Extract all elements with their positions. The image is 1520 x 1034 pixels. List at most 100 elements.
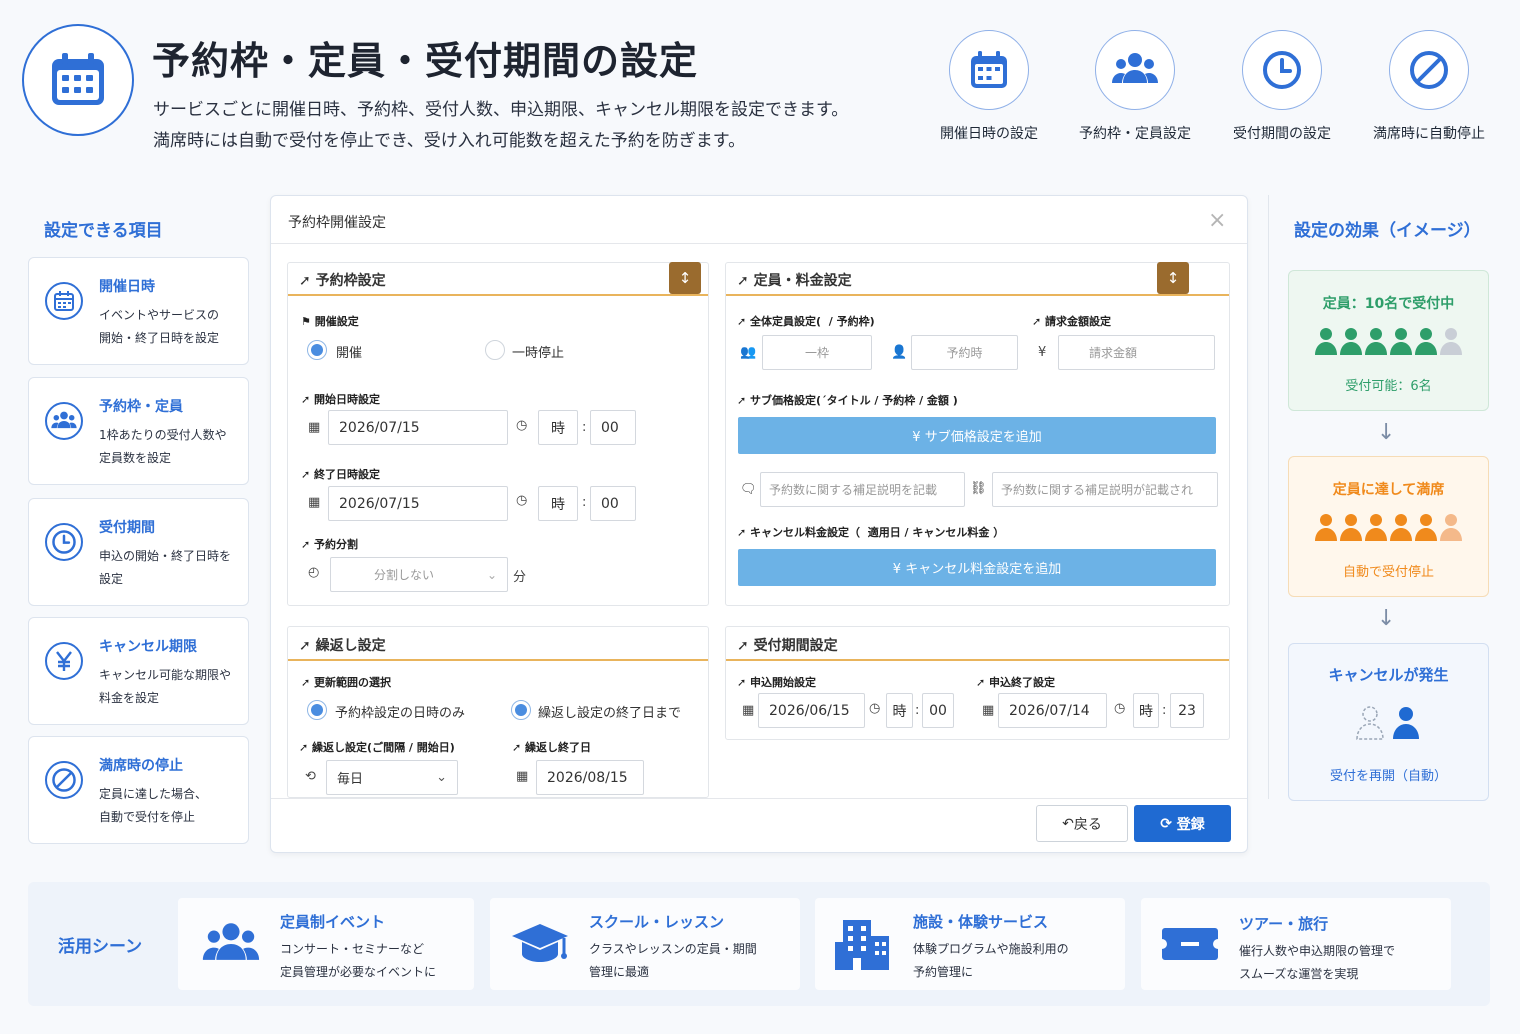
usage-card-event: 定員制イベント コンサート・セミナーなど 定員管理が必要なイベントに bbox=[178, 898, 474, 990]
radio-open-label: 開催 bbox=[336, 346, 363, 361]
apply-end-label: ➚ 申込終了設定 bbox=[976, 676, 1056, 689]
panel-capacity-heading: ➚ 定員・料金設定 bbox=[737, 273, 852, 289]
page-description-1: サービスごとに開催日時、予約枠、受付人数、申込期限、キャンセル期限を設定できます… bbox=[153, 100, 849, 120]
radio-range-end[interactable] bbox=[511, 700, 531, 720]
item-card-schedule: 開催日時 イベントやサービスの 開始・終了日時を設定 bbox=[28, 257, 249, 365]
apply-end-hour-input[interactable]: 時 bbox=[1133, 693, 1159, 728]
usage-card-tour: ツアー・旅行 催行人数や申込期限の管理で スムーズな運営を実現 bbox=[1141, 898, 1451, 990]
end-datetime-label: ➚ 終了日時設定 bbox=[301, 468, 381, 481]
panel-slot-heading: ➚ 予約枠設定 bbox=[299, 273, 386, 289]
clock-icon: ◷ bbox=[516, 493, 528, 508]
user-icon: 👤 bbox=[891, 345, 908, 360]
item-card-capacity: 予約枠・定員 1枠あたりの受付人数や 定員数を設定 bbox=[28, 377, 249, 485]
billing-label: ➚ 請求金額設定 bbox=[1032, 315, 1112, 328]
time-colon: : bbox=[582, 495, 587, 510]
note-input[interactable]: 予約数に関する補足説明を記載 bbox=[760, 472, 965, 507]
time-colon: : bbox=[915, 703, 920, 718]
sort-handle-icon[interactable]: ↕ bbox=[669, 262, 701, 294]
radio-pause-label: 一時停止 bbox=[512, 346, 565, 361]
effect-card-full: 定員に達して満席 自動で受付停止 bbox=[1288, 456, 1489, 597]
apply-start-label: ➚ 申込開始設定 bbox=[737, 676, 817, 689]
page-title: 予約枠・定員・受付期間の設定 bbox=[152, 39, 699, 83]
right-divider bbox=[1268, 195, 1269, 799]
start-datetime-label: ➚ 開始日時設定 bbox=[301, 393, 381, 406]
footer-divider bbox=[271, 798, 1247, 799]
people-icons bbox=[1289, 327, 1488, 355]
start-hour-input[interactable]: 時 bbox=[538, 410, 578, 445]
split-label: ➚ 予約分割 bbox=[301, 538, 359, 551]
building-icon bbox=[835, 920, 889, 970]
billing-amount-input[interactable]: 請求金額 bbox=[1058, 335, 1215, 370]
arrow-down-icon: ↓ bbox=[1377, 606, 1396, 631]
apply-start-minute-input[interactable]: 00 bbox=[922, 693, 954, 728]
flag-icon: ⚑ bbox=[301, 315, 311, 328]
feature-period: 受付期間の設定 bbox=[1217, 30, 1347, 143]
split-select[interactable]: 分割しない ⌄ bbox=[330, 557, 508, 592]
time-colon: : bbox=[1162, 703, 1167, 718]
note-display-input[interactable]: 予約数に関する補足説明が記載され bbox=[992, 472, 1218, 507]
radio-open[interactable] bbox=[307, 340, 327, 360]
end-hour-input[interactable]: 時 bbox=[538, 486, 578, 521]
repeat-icon: ⟲ bbox=[305, 769, 316, 784]
capacity-label: ➚ 全体定員設定( / 予約枠) bbox=[737, 315, 875, 328]
open-setting-label: ⚑ 開催設定 bbox=[301, 315, 359, 328]
header-calendar-icon bbox=[22, 24, 134, 136]
clock-icon bbox=[1263, 51, 1301, 89]
back-button[interactable]: ↶ 戻る bbox=[1036, 805, 1128, 842]
sort-handle-icon[interactable]: ↕ bbox=[1157, 262, 1189, 294]
add-sub-price-button[interactable]: ¥ サブ価格設定を追加 bbox=[738, 417, 1216, 454]
close-icon[interactable]: × bbox=[1208, 208, 1226, 233]
end-date-input[interactable]: 2026/07/15 bbox=[328, 486, 508, 521]
apply-end-date-input[interactable]: 2026/07/14 bbox=[998, 693, 1107, 728]
panel-period-heading: ➚ 受付期間設定 bbox=[737, 638, 838, 654]
page-description-2: 満席時には自動で受付を停止でき、受け入れ可能数を超えた予約を防ぎます。 bbox=[153, 131, 746, 151]
people-icons bbox=[1289, 706, 1488, 740]
end-minute-input[interactable]: 00 bbox=[590, 486, 636, 521]
add-cancel-fee-button[interactable]: ¥ キャンセル料金設定を追加 bbox=[738, 549, 1216, 586]
item-card-cancel: キャンセル期限 キャンセル可能な期限や 料金を設定 bbox=[28, 617, 249, 725]
timer-icon: ◴ bbox=[308, 565, 320, 580]
calendar-icon: ▦ bbox=[982, 703, 995, 718]
repeat-end-label: ➚ 繰返し終了日 bbox=[512, 741, 592, 754]
left-section-title: 設定できる項目 bbox=[44, 221, 163, 241]
panel-repeat-heading: ➚ 繰返し設定 bbox=[299, 638, 386, 654]
panel-underline bbox=[726, 294, 1229, 296]
panel-underline bbox=[726, 659, 1229, 661]
radio-range-slot-label: 予約枠設定の日時のみ bbox=[335, 706, 466, 721]
start-date-input[interactable]: 2026/07/15 bbox=[328, 410, 508, 445]
calendar-icon bbox=[54, 291, 74, 311]
split-unit: 分 bbox=[513, 570, 527, 585]
arrow-down-icon: ↓ bbox=[1377, 420, 1396, 445]
feature-capacity: 予約枠・定員設定 bbox=[1070, 30, 1200, 143]
start-minute-input[interactable]: 00 bbox=[590, 410, 636, 445]
repeat-end-date-input[interactable]: 2026/08/15 bbox=[536, 760, 644, 795]
clock-icon: ◷ bbox=[1114, 701, 1126, 716]
save-button[interactable]: ⟳ 登録 bbox=[1134, 805, 1231, 842]
link-icon: ⛓ bbox=[970, 481, 987, 496]
apply-start-date-input[interactable]: 2026/06/15 bbox=[758, 693, 865, 728]
users-icon: 👥 bbox=[740, 345, 757, 360]
yen-icon: ¥ bbox=[1038, 345, 1047, 360]
cancel-fee-label: ➚ キャンセル料金設定（ 適用日 / キャンセル料金 ） bbox=[737, 526, 1005, 539]
effect-card-accepting: 定員：10名で受付中 受付可能：6名 bbox=[1288, 270, 1489, 411]
item-card-stop: 満席時の停止 定員に達した場合、 自動で受付を停止 bbox=[28, 736, 249, 844]
calendar-icon: ▦ bbox=[742, 703, 755, 718]
range-label: ➚ 更新範囲の選択 bbox=[301, 676, 392, 689]
clock-icon: ◷ bbox=[869, 701, 881, 716]
radio-range-end-label: 繰返し設定の終了日まで bbox=[538, 706, 682, 721]
yen-icon bbox=[56, 651, 72, 671]
apply-start-hour-input[interactable]: 時 bbox=[886, 693, 913, 728]
usage-card-school: スクール・レッスン クラスやレッスンの定員・期間 管理に最適 bbox=[490, 898, 800, 990]
radio-range-slot[interactable] bbox=[307, 700, 327, 720]
comment-icon: 🗨 bbox=[740, 482, 757, 497]
repeat-select[interactable]: 毎日 ⌄ bbox=[326, 760, 458, 795]
dialog-title: 予約枠開催設定 bbox=[288, 215, 386, 231]
users-icon bbox=[51, 411, 77, 429]
item-card-period: 受付期間 申込の開始・終了日時を 設定 bbox=[28, 498, 249, 606]
panel-underline bbox=[288, 659, 708, 661]
calendar-icon: ▦ bbox=[516, 769, 529, 784]
radio-pause[interactable] bbox=[485, 340, 505, 360]
capacity-input[interactable]: 一枠 bbox=[762, 335, 872, 370]
apply-end-minute-input[interactable]: 23 bbox=[1170, 693, 1204, 728]
capacity-timing-input[interactable]: 予約時 bbox=[911, 335, 1018, 370]
